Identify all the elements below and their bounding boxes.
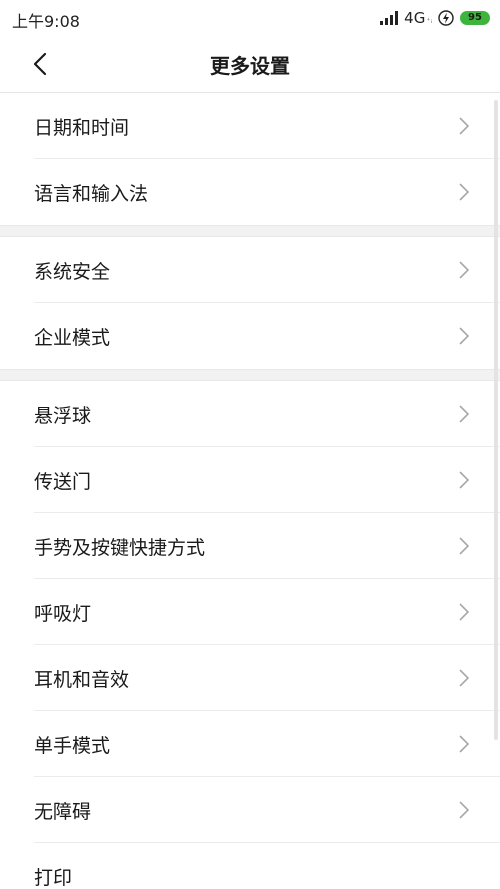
settings-item-one-handed-mode[interactable]: 单手模式 — [0, 711, 500, 777]
charging-bolt-icon — [438, 10, 454, 26]
page-title: 更多设置 — [210, 54, 290, 78]
settings-list: 日期和时间 语言和输入法 系统安全 企业模式 悬浮球 传送门 手势及按键快捷方式… — [0, 93, 500, 889]
group-divider — [0, 369, 500, 381]
settings-item-headphones-audio[interactable]: 耳机和音效 — [0, 645, 500, 711]
scrollbar[interactable] — [494, 100, 498, 740]
item-label: 传送门 — [34, 470, 92, 493]
settings-item-gesture-shortcuts[interactable]: 手势及按键快捷方式 — [0, 513, 500, 579]
title-bar: 更多设置 — [0, 36, 500, 93]
settings-item-enterprise-mode[interactable]: 企业模式 — [0, 303, 500, 369]
chevron-right-icon — [459, 735, 470, 753]
battery-icon: 95 — [460, 11, 490, 25]
chevron-right-icon — [459, 183, 470, 201]
item-label: 耳机和音效 — [34, 668, 130, 691]
item-label: 手势及按键快捷方式 — [34, 536, 206, 559]
battery-level: 95 — [468, 12, 482, 23]
item-label: 无障碍 — [34, 800, 92, 823]
settings-item-print[interactable]: 打印 — [0, 843, 500, 889]
settings-item-accessibility[interactable]: 无障碍 — [0, 777, 500, 843]
group-divider — [0, 225, 500, 237]
settings-item-language-input[interactable]: 语言和输入法 — [0, 159, 500, 225]
chevron-right-icon — [459, 117, 470, 135]
item-label: 呼吸灯 — [34, 602, 92, 625]
item-label: 语言和输入法 — [34, 182, 149, 205]
chevron-right-icon — [459, 261, 470, 279]
settings-screen: 上午9:08 4G⁺ᵢ 95 更多设置 日期和时间 语言和输入法 系统安全 企业… — [0, 0, 500, 889]
settings-item-floating-ball[interactable]: 悬浮球 — [0, 381, 500, 447]
chevron-right-icon — [459, 405, 470, 423]
status-time: 上午9:08 — [12, 12, 80, 31]
settings-item-date-time[interactable]: 日期和时间 — [0, 93, 500, 159]
chevron-right-icon — [459, 603, 470, 621]
network-activity: ⁺ᵢ — [426, 16, 432, 25]
status-bar: 上午9:08 4G⁺ᵢ 95 — [0, 0, 500, 36]
chevron-right-icon — [459, 471, 470, 489]
chevron-right-icon — [459, 801, 470, 819]
item-label: 企业模式 — [34, 326, 111, 349]
settings-item-system-security[interactable]: 系统安全 — [0, 237, 500, 303]
item-label: 系统安全 — [34, 260, 111, 283]
item-label: 悬浮球 — [34, 404, 92, 427]
network-type-label: 4G — [404, 9, 426, 27]
item-label: 单手模式 — [34, 734, 111, 757]
network-type: 4G⁺ᵢ — [404, 9, 432, 27]
settings-item-notification-light[interactable]: 呼吸灯 — [0, 579, 500, 645]
chevron-right-icon — [459, 537, 470, 555]
signal-strength-icon — [380, 11, 399, 25]
settings-item-portal[interactable]: 传送门 — [0, 447, 500, 513]
status-icons: 4G⁺ᵢ 95 — [380, 7, 490, 29]
chevron-right-icon — [459, 327, 470, 345]
item-label: 日期和时间 — [34, 116, 130, 139]
item-label: 打印 — [34, 866, 73, 889]
chevron-right-icon — [459, 669, 470, 687]
